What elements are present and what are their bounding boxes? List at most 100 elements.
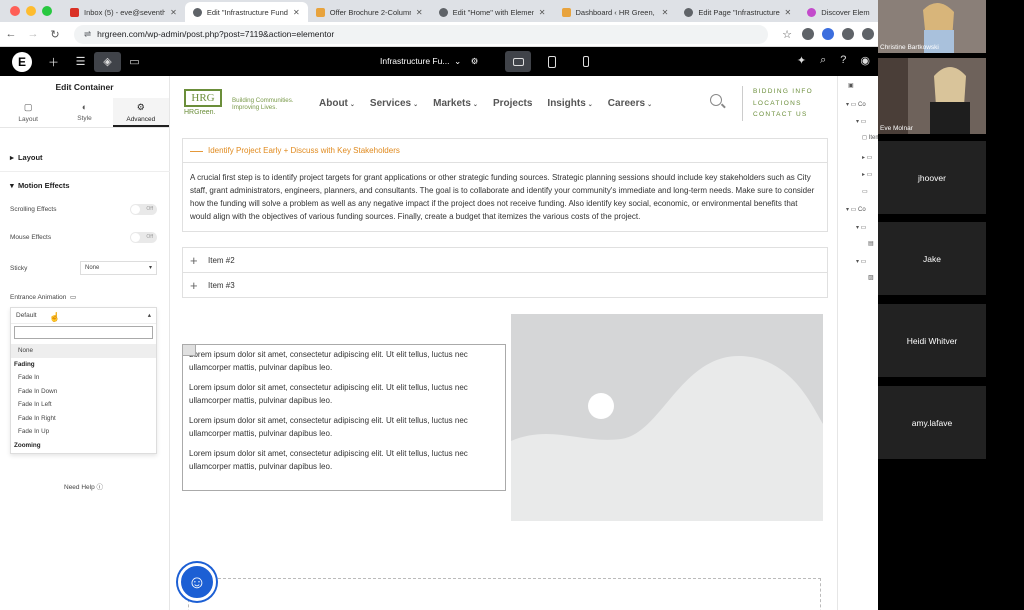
dropdown-option[interactable]: Fade In Right — [11, 412, 156, 426]
browser-tab-home-elementor[interactable]: Edit "Home" with Elementor✕ — [431, 2, 554, 22]
mouse-effects-toggle[interactable]: Off — [130, 232, 157, 243]
close-tab-icon[interactable]: ✕ — [785, 8, 792, 17]
mouse-cursor-icon: ☝ — [49, 312, 61, 322]
extension-icon[interactable] — [822, 28, 834, 40]
close-tab-icon[interactable]: ✕ — [662, 8, 669, 17]
layout-section-header[interactable]: ▸ Layout — [0, 153, 53, 162]
extension-icon[interactable] — [842, 28, 854, 40]
nav-services[interactable]: Services ⌄ — [370, 98, 418, 109]
promo-icon[interactable]: ✦ — [797, 54, 806, 67]
nav-about[interactable]: About ⌄ — [319, 98, 355, 109]
preview-icon[interactable]: ◉ — [860, 54, 870, 67]
browser-tab-discover[interactable]: Discover Elem — [799, 2, 878, 22]
extension-icon[interactable] — [862, 28, 874, 40]
site-settings-icon[interactable]: ☰ — [67, 55, 94, 68]
dropdown-option[interactable]: Fade In — [11, 371, 156, 385]
elementor-logo[interactable]: E — [12, 51, 32, 72]
tablet-device-button[interactable] — [539, 51, 565, 72]
search-icon[interactable]: ⌕ — [820, 54, 826, 67]
accordion-title[interactable]: + Item #3 — [183, 273, 827, 297]
back-icon[interactable]: ← — [0, 28, 22, 40]
dropdown-option[interactable]: None — [11, 344, 156, 358]
navigator-row[interactable]: ▾ ▭ — [856, 118, 866, 125]
tab-advanced[interactable]: ⚙ Advanced — [112, 98, 169, 127]
dropdown-option[interactable]: Fade In Left — [11, 398, 156, 412]
browser-tab-gmail[interactable]: Inbox (5) - eve@seventhe ✕ — [62, 2, 185, 22]
contact-us-link[interactable]: CONTACT US — [753, 109, 813, 121]
navigator-row[interactable]: ▸ ▭ — [862, 154, 872, 161]
search-icon[interactable] — [710, 94, 722, 106]
forward-icon[interactable]: → — [22, 28, 44, 40]
reload-icon[interactable]: ↻ — [44, 28, 66, 41]
widget-edit-handle[interactable] — [182, 344, 196, 356]
browser-tab-edit-page[interactable]: Edit Page "Infrastructure F ✕ — [676, 2, 799, 22]
navigator-row[interactable]: ▤ — [868, 240, 874, 247]
site-info-icon[interactable]: ⇌ — [84, 29, 91, 40]
participant-tile[interactable]: jhoover — [878, 141, 986, 214]
extension-icon[interactable] — [802, 28, 814, 40]
url-field[interactable]: ⇌ hrgreen.com/wp-admin/post.php?post=711… — [74, 24, 768, 44]
text-paragraph: Lorem ipsum dolor sit amet, consectetur … — [189, 416, 468, 438]
nav-careers[interactable]: Careers ⌄ — [608, 98, 652, 109]
close-tab-icon[interactable]: ✕ — [539, 8, 546, 17]
dropdown-option[interactable]: Fade In Down — [11, 385, 156, 399]
text-editor-widget[interactable]: Lorem ipsum dolor sit amet, consectetur … — [182, 344, 506, 491]
help-icon[interactable]: ? — [840, 54, 846, 67]
accessibility-icon[interactable]: ☺ — [178, 563, 216, 601]
browser-tab-brochure[interactable]: Offer Brochure 2-Column ✕ — [308, 2, 431, 22]
add-element-icon[interactable]: ＋ — [40, 54, 67, 70]
navigator-row[interactable]: ▾ ▭ — [856, 258, 866, 265]
participant-video-tile[interactable]: Christine Bartkowski — [878, 0, 986, 53]
participant-tile[interactable]: Jake — [878, 222, 986, 295]
dropdown-option[interactable]: Fade In Up — [11, 425, 156, 439]
nav-insights[interactable]: Insights ⌄ — [547, 98, 592, 109]
close-tab-icon[interactable]: ✕ — [170, 8, 177, 17]
mobile-device-button[interactable] — [573, 51, 599, 72]
bookmark-star-icon[interactable]: ☆ — [776, 28, 798, 41]
locations-link[interactable]: LOCATIONS — [753, 98, 813, 110]
accordion-item-open: — Identify Project Early + Discuss with K… — [182, 138, 828, 232]
animation-dropdown[interactable]: Default ▴ ☝ None Fading Fade In Fade In Do… — [10, 307, 157, 454]
chevron-down-icon: ⌄ — [349, 102, 355, 108]
nav-projects[interactable]: Projects — [493, 98, 532, 109]
navigator-row[interactable]: ▾ ▭ Co — [846, 206, 866, 213]
browser-tab-dashboard[interactable]: Dashboard ‹ HR Green, Inc✕ — [554, 2, 677, 22]
navigator-row[interactable]: ▾ ▭ — [856, 224, 866, 231]
animation-search-input[interactable] — [14, 326, 153, 339]
accordion-title[interactable]: + Item #2 — [183, 248, 827, 272]
nav-markets[interactable]: Markets ⌄ — [433, 98, 478, 109]
browser-tab-active[interactable]: Edit "Infrastructure Fund ✕ — [184, 2, 308, 22]
close-tab-icon[interactable]: ✕ — [416, 8, 423, 17]
maximize-window-button[interactable] — [42, 6, 52, 16]
close-tab-icon[interactable]: ✕ — [293, 8, 300, 17]
hrgreen-logo[interactable]: HRG — [184, 89, 222, 107]
empty-container[interactable] — [188, 578, 821, 610]
sticky-select[interactable]: None ▾ — [80, 261, 157, 275]
navigator-row[interactable]: ▸ ▭ — [862, 171, 872, 178]
page-name[interactable]: Infrastructure Fu... ⌄ ⚙ — [380, 56, 478, 67]
animation-select[interactable]: Default ▴ ☝ — [11, 308, 156, 324]
close-window-button[interactable] — [10, 6, 20, 16]
navigator-row[interactable]: ▭ — [862, 188, 868, 195]
bidding-info-link[interactable]: BIDDING INFO — [753, 86, 813, 98]
participant-video-tile[interactable]: Eve Molnar — [878, 58, 986, 134]
motion-section-header[interactable]: ▾ Motion Effects — [0, 181, 80, 190]
desktop-device-button[interactable] — [505, 51, 531, 72]
tab-style[interactable]: ◐ Style — [56, 98, 112, 127]
navigator-row[interactable]: ▾ ▭ Co — [846, 101, 866, 108]
globe-icon — [192, 7, 202, 17]
minus-icon: — — [190, 143, 203, 158]
minimize-window-button[interactable] — [26, 6, 36, 16]
participant-tile[interactable]: Heidi Whitver — [878, 304, 986, 377]
navigator-close-icon[interactable]: ▣ — [848, 82, 854, 89]
participant-tile[interactable]: amy.lafave — [878, 386, 986, 459]
tab-layout[interactable]: ▢ Layout — [0, 98, 56, 127]
image-placeholder-icon — [511, 355, 823, 521]
accordion-title[interactable]: — Identify Project Early + Discuss with K… — [183, 139, 827, 163]
need-help-link[interactable]: Need Help ⓘ — [64, 481, 103, 491]
structure-icon[interactable]: ◈ — [94, 51, 121, 72]
scrolling-effects-toggle[interactable]: Off — [130, 204, 157, 215]
image-placeholder[interactable] — [511, 314, 823, 521]
navigator-row[interactable]: ▨ — [868, 274, 874, 281]
notes-icon[interactable]: ▭ — [121, 55, 148, 68]
